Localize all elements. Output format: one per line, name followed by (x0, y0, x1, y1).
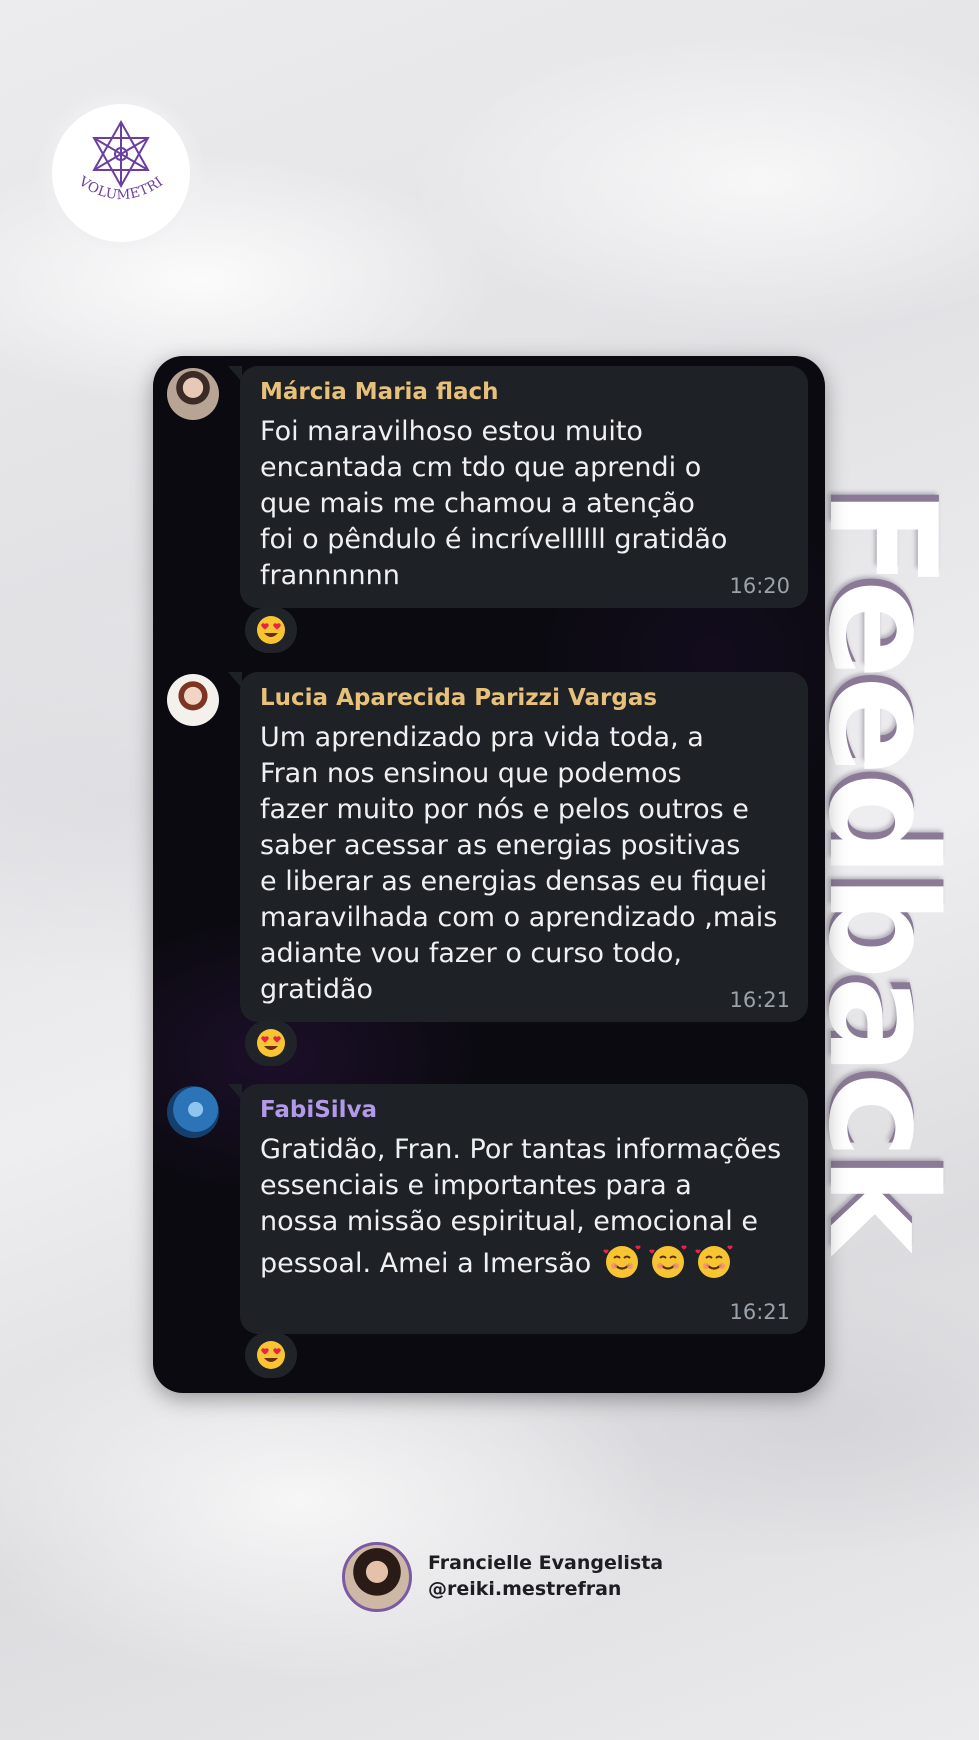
feedback-title: Feedback (796, 454, 968, 1284)
chat-screenshot: Márcia Maria flach Foi maravilhoso estou… (153, 356, 825, 1393)
profile-name: Francielle Evangelista (428, 1552, 664, 1574)
sender-name[interactable]: Márcia Maria flach (260, 376, 790, 408)
message-time: 16:21 (729, 1300, 790, 1324)
avatar[interactable] (167, 368, 219, 420)
brand-logo: EVOLUMETRIA (52, 104, 190, 242)
merkaba-icon: EVOLUMETRIA (52, 104, 166, 203)
message-time: 16:20 (729, 574, 790, 598)
reaction-chip[interactable] (245, 1332, 297, 1378)
heart-eyes-emoji-icon (257, 616, 285, 644)
smiling-face-with-hearts-emoji-icon (600, 1240, 738, 1290)
logo-text: EVOLUMETRIA (52, 104, 166, 203)
profile-handle[interactable]: @reiki.mestrefran (428, 1578, 621, 1600)
avatar[interactable] (167, 1086, 219, 1138)
message-text: Gratidão, Fran. Por tantas informações e… (260, 1132, 790, 1290)
reaction-chip[interactable] (245, 1020, 297, 1066)
message-bubble[interactable]: FabiSilva Gratidão, Fran. Por tantas inf… (228, 1084, 808, 1334)
heart-eyes-emoji-icon (257, 1029, 285, 1057)
feedback-title-text: Feedback (796, 488, 968, 1250)
sender-name[interactable]: FabiSilva (260, 1094, 790, 1126)
reaction-chip[interactable] (245, 607, 297, 653)
profile-avatar[interactable] (342, 1542, 412, 1612)
message-text: Foi maravilhoso estou muito encantada cm… (260, 416, 728, 591)
heart-eyes-emoji-icon (257, 1341, 285, 1369)
message-bubble[interactable]: Lucia Aparecida Parizzi Vargas Um aprend… (228, 672, 808, 1022)
message-bubble[interactable]: Márcia Maria flach Foi maravilhoso estou… (228, 366, 808, 608)
sender-name[interactable]: Lucia Aparecida Parizzi Vargas (260, 682, 790, 714)
avatar[interactable] (167, 674, 219, 726)
svg-text:EVOLUMETRIA: EVOLUMETRIA (52, 104, 166, 203)
message-text: Um aprendizado pra vida toda, a Fran nos… (260, 722, 778, 1005)
message-time: 16:21 (729, 988, 790, 1012)
